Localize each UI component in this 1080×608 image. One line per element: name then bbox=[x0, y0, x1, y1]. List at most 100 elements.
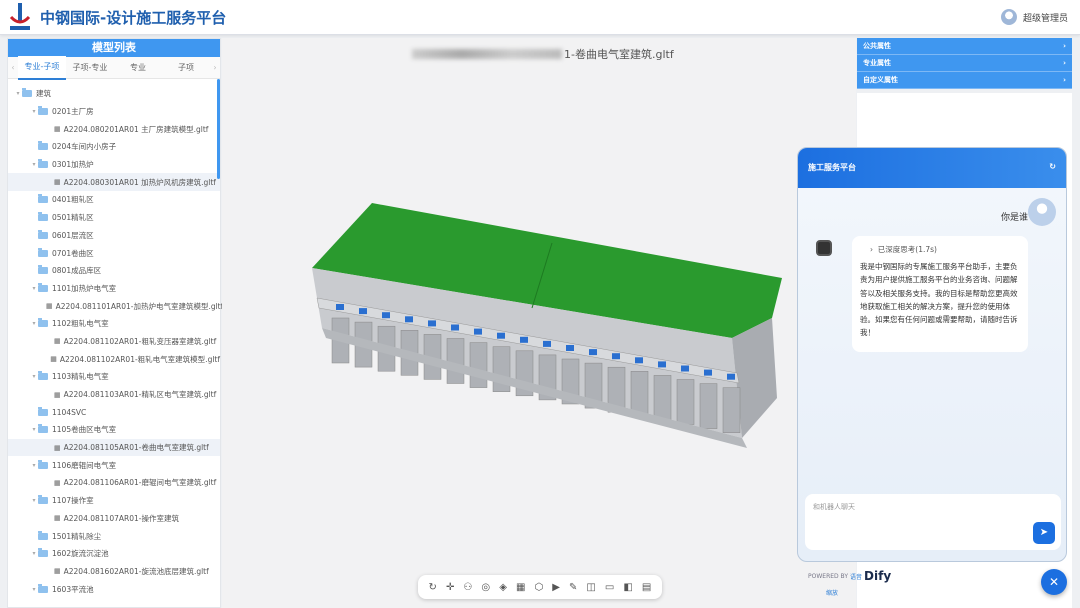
play-icon[interactable]: ▶ bbox=[552, 582, 560, 593]
tree-folder[interactable]: 0801成品库区 bbox=[8, 262, 220, 280]
tree-file[interactable]: ▦ A2204.080201AR01 主厂房建筑模型.gltf bbox=[8, 120, 220, 138]
tree-folder[interactable]: ▾ 1106磨辊间电气室 bbox=[8, 456, 220, 474]
chat-input-placeholder: 和机器人聊天 bbox=[813, 503, 855, 511]
record-button[interactable]: 缩放 bbox=[826, 588, 838, 597]
tree-folder[interactable]: ▾ 1107操作室 bbox=[8, 492, 220, 510]
tree-label: 0601层流区 bbox=[52, 230, 94, 240]
tree-folder[interactable]: ▾ 1105卷曲区电气室 bbox=[8, 421, 220, 439]
caret-down-icon[interactable]: ▾ bbox=[14, 90, 22, 97]
caret-down-icon[interactable]: ▾ bbox=[30, 285, 38, 292]
folder-icon bbox=[38, 265, 48, 275]
caret-down-icon[interactable]: ▾ bbox=[30, 497, 38, 504]
caret-down-icon[interactable]: ▾ bbox=[30, 550, 38, 557]
tree-file[interactable]: ▦ A2204.080301AR01 加热炉风机房建筑.gltf bbox=[8, 173, 220, 192]
caret-down-icon[interactable]: ▾ bbox=[30, 320, 38, 327]
chat-input[interactable]: 和机器人聊天 ➤ bbox=[805, 494, 1061, 550]
tree-folder[interactable]: ▾ 0201主厂房 bbox=[8, 103, 220, 121]
tree-file[interactable]: ▦ A2204.081602AR01-旋流池底层建筑.gltf bbox=[8, 563, 220, 581]
tab-next-icon[interactable]: › bbox=[210, 63, 220, 72]
paint-icon[interactable]: ◈ bbox=[499, 582, 507, 593]
tree-label: 1105卷曲区电气室 bbox=[52, 425, 117, 435]
caret-down-icon[interactable]: ▾ bbox=[30, 426, 38, 433]
thinking-toggle[interactable]: › 已深度思考(1.7s) bbox=[860, 243, 1020, 256]
caret-down-icon[interactable]: ▾ bbox=[30, 462, 38, 469]
door-panel bbox=[469, 342, 488, 388]
tree-folder[interactable]: ▾ 1102粗轧电气室 bbox=[8, 315, 220, 333]
tree-label: A2204.081107AR01-操作室建筑 bbox=[63, 513, 179, 523]
tab-prev-icon[interactable]: ‹ bbox=[8, 63, 18, 72]
caret-down-icon[interactable]: ▾ bbox=[30, 161, 38, 168]
tree-file[interactable]: ▦ A2204.081107AR01-操作室建筑 bbox=[8, 510, 220, 528]
tab-subitem-major[interactable]: 子项-专业 bbox=[66, 57, 114, 79]
tree-file[interactable]: ▦ A2204.081106AR01-磨辊间电气室建筑.gltf bbox=[8, 474, 220, 492]
door-panel bbox=[722, 387, 741, 433]
send-button[interactable]: ➤ bbox=[1033, 522, 1055, 544]
tree-folder[interactable]: ▾ 0301加热炉 bbox=[8, 156, 220, 174]
tree-file[interactable]: ▦ A2204.081101AR01-加热炉电气室建筑模型.gltf bbox=[8, 297, 223, 315]
folder-icon bbox=[38, 194, 48, 204]
split-icon[interactable]: ◧ bbox=[623, 582, 632, 593]
close-chat-button[interactable]: ✕ bbox=[1041, 569, 1067, 595]
window bbox=[704, 369, 712, 376]
clip-icon[interactable]: ✎ bbox=[569, 582, 577, 593]
measure-icon[interactable]: ▭ bbox=[605, 582, 614, 593]
chat-title: 施工服务平台 bbox=[808, 163, 856, 172]
tree-file[interactable]: ▦ A2204.081105AR01-卷曲电气室建筑.gltf bbox=[8, 438, 220, 457]
bot-avatar-icon bbox=[816, 240, 832, 256]
tree-file[interactable]: ▦ A2204.081102AR01-粗轧电气室建筑模型.gltf bbox=[8, 350, 220, 368]
tree-folder[interactable]: ▾ 1602旋流沉淀池 bbox=[8, 545, 220, 563]
texture-icon[interactable]: ▦ bbox=[516, 582, 525, 593]
tree-folder[interactable]: 0501精轧区 bbox=[8, 209, 220, 227]
folder-icon bbox=[38, 406, 48, 416]
tab-bar: ‹ 专业-子项 子项-专业 专业 子项 › bbox=[8, 55, 220, 80]
window bbox=[428, 320, 436, 327]
tab-subitem[interactable]: 子项 bbox=[162, 57, 210, 79]
bot-message: › 已深度思考(1.7s) 我是中钢国际的专属施工服务平台助手，主要负责为用户提… bbox=[852, 236, 1028, 352]
tree-folder[interactable]: ▾ 1101加热炉电气室 bbox=[8, 280, 220, 298]
refresh-icon[interactable]: ↻ bbox=[1049, 162, 1056, 174]
tree-folder[interactable]: 1501精轧除尘 bbox=[8, 527, 220, 545]
tree-folder[interactable]: ▾ 建筑 bbox=[8, 85, 220, 103]
tree-icon[interactable]: ⚇ bbox=[463, 582, 472, 593]
building-model[interactable] bbox=[302, 198, 782, 488]
tree-folder[interactable]: 0701卷曲区 bbox=[8, 244, 220, 262]
tree-folder[interactable]: 0401粗轧区 bbox=[8, 191, 220, 209]
door-panel bbox=[446, 338, 465, 384]
move-icon[interactable]: ✛ bbox=[446, 582, 454, 593]
panel-title: 模型列表 bbox=[8, 39, 220, 57]
tab-major-subitem[interactable]: 专业-子项 bbox=[18, 55, 66, 80]
dify-brand: Dify bbox=[864, 569, 892, 583]
caret-down-icon[interactable]: ▾ bbox=[30, 373, 38, 380]
folder-icon bbox=[38, 424, 48, 434]
refresh-icon[interactable]: ↻ bbox=[429, 582, 437, 593]
tree-folder[interactable]: ▾ 1103精轧电气室 bbox=[8, 368, 220, 386]
bot-reply-text: 我是中钢国际的专属施工服务平台助手，主要负责为用户提供施工服务平台的业务咨询、问… bbox=[860, 262, 1018, 338]
avatar bbox=[1000, 9, 1017, 25]
caret-down-icon[interactable]: ▾ bbox=[30, 586, 38, 593]
tree-folder[interactable]: 1104SVC bbox=[8, 403, 220, 421]
tab-major[interactable]: 专业 bbox=[114, 57, 162, 79]
caret-down-icon[interactable]: ▾ bbox=[30, 108, 38, 115]
section-public-props[interactable]: 公共属性 › bbox=[857, 38, 1072, 55]
section-custom-props[interactable]: 自定义属性 › bbox=[857, 72, 1072, 89]
cube-icon[interactable]: ⬡ bbox=[534, 582, 543, 593]
tree-file[interactable]: ▦ A2204.081102AR01-粗轧变压器室建筑.gltf bbox=[8, 333, 220, 351]
eye-icon[interactable]: ◎ bbox=[481, 582, 490, 593]
tree-folder[interactable]: 0601层流区 bbox=[8, 227, 220, 245]
file-icon: ▦ bbox=[46, 302, 53, 311]
section-icon[interactable]: ◫ bbox=[586, 582, 595, 593]
tree-label: 0401粗轧区 bbox=[52, 195, 94, 205]
section-major-props[interactable]: 专业属性 › bbox=[857, 55, 1072, 72]
tree-folder[interactable]: 0204车间内小房子 bbox=[8, 138, 220, 156]
user-message: 你是谁 bbox=[1000, 213, 1028, 223]
tree-file[interactable]: ▦ A2204.081103AR01-精轧区电气室建筑.gltf bbox=[8, 386, 220, 404]
3d-viewer[interactable]: 1-卷曲电气室建筑.gltf ↻ ✛ ⚇ ◎ ◈ ▦ ⬡ ▶ ✎ ◫ ▭ ◧ ▤ bbox=[222, 38, 856, 608]
window bbox=[336, 304, 344, 310]
scrollbar[interactable] bbox=[217, 79, 220, 179]
file-icon: ▦ bbox=[54, 514, 61, 523]
user-menu[interactable]: 超级管理员 bbox=[1000, 9, 1068, 25]
tree-folder[interactable]: ▾ 1603平流池 bbox=[8, 580, 220, 598]
folder-icon bbox=[38, 371, 48, 381]
voice-button[interactable]: 语音 bbox=[850, 572, 862, 581]
clipboard-icon[interactable]: ▤ bbox=[642, 582, 651, 593]
